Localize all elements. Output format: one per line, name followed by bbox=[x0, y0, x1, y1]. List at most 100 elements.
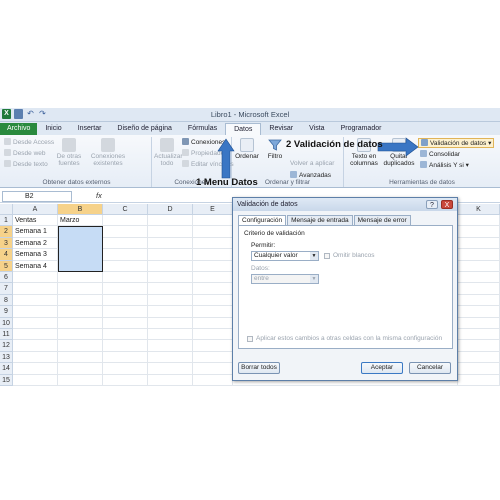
grid-cell[interactable] bbox=[13, 294, 58, 307]
grid-cell[interactable] bbox=[193, 260, 233, 272]
grid-cell[interactable] bbox=[458, 340, 500, 352]
grid-cell[interactable] bbox=[193, 340, 233, 352]
grid-cell[interactable] bbox=[58, 317, 103, 329]
grid-cell[interactable] bbox=[458, 237, 500, 250]
grid-cell[interactable] bbox=[193, 306, 233, 318]
row-header[interactable]: 8 bbox=[0, 294, 13, 307]
grid-cell[interactable] bbox=[148, 374, 193, 386]
data-select[interactable]: entre ▼ bbox=[251, 274, 319, 284]
grid-cell[interactable] bbox=[458, 306, 500, 318]
grid-cell[interactable] bbox=[103, 294, 148, 307]
grid-cell[interactable] bbox=[103, 260, 148, 272]
grid-cell[interactable] bbox=[458, 294, 500, 307]
grid-cell[interactable] bbox=[103, 237, 148, 250]
row-header[interactable]: 7 bbox=[0, 283, 13, 295]
grid-cell[interactable] bbox=[103, 363, 148, 375]
grid-cell[interactable] bbox=[458, 374, 500, 386]
grid-cell[interactable] bbox=[193, 249, 233, 261]
row-header[interactable]: 15 bbox=[0, 374, 13, 386]
grid-cell[interactable] bbox=[148, 317, 193, 329]
tab-diseno[interactable]: Diseño de página bbox=[109, 123, 180, 135]
data-validation-button[interactable]: Validación de datos ▾ bbox=[418, 138, 495, 148]
grid-cell[interactable] bbox=[148, 260, 193, 272]
grid-cell[interactable] bbox=[58, 363, 103, 375]
tab-archivo[interactable]: Archivo bbox=[0, 123, 38, 135]
grid-cell[interactable] bbox=[103, 249, 148, 261]
properties-button[interactable]: Propiedades bbox=[182, 149, 228, 157]
clear-all-button[interactable]: Borrar todos bbox=[238, 362, 280, 374]
row-header[interactable]: 5 bbox=[0, 260, 13, 272]
column-header-d[interactable]: D bbox=[148, 204, 193, 215]
grid-cell[interactable] bbox=[13, 283, 58, 295]
grid-cell[interactable] bbox=[103, 374, 148, 386]
tab-vista[interactable]: Vista bbox=[301, 123, 332, 135]
grid-cell[interactable] bbox=[458, 249, 500, 261]
column-header-a[interactable]: A bbox=[13, 204, 58, 215]
grid-cell[interactable] bbox=[13, 329, 58, 341]
grid-cell[interactable] bbox=[148, 351, 193, 364]
row-header[interactable]: 9 bbox=[0, 306, 13, 318]
tab-insertar[interactable]: Insertar bbox=[70, 123, 110, 135]
row-header[interactable]: 2 bbox=[0, 226, 13, 238]
grid-cell[interactable] bbox=[458, 215, 500, 227]
help-icon[interactable]: ? bbox=[426, 200, 438, 209]
tab-configuracion[interactable]: Configuración bbox=[238, 215, 287, 225]
grid-cell[interactable] bbox=[58, 306, 103, 318]
grid-cell[interactable] bbox=[193, 374, 233, 386]
grid-cell[interactable] bbox=[458, 272, 500, 284]
row-header[interactable]: 3 bbox=[0, 237, 13, 250]
row-header[interactable]: 12 bbox=[0, 340, 13, 352]
grid-cell[interactable] bbox=[193, 329, 233, 341]
row-header[interactable]: 4 bbox=[0, 249, 13, 261]
grid-cell[interactable] bbox=[13, 340, 58, 352]
consolidate-button[interactable]: Consolidar bbox=[420, 150, 460, 158]
grid-cell[interactable] bbox=[58, 351, 103, 364]
selected-range-b2-b5[interactable] bbox=[58, 226, 103, 272]
grid-cell[interactable] bbox=[148, 363, 193, 375]
cell-a3[interactable]: Semana 2 bbox=[13, 237, 58, 250]
filter-button[interactable]: Filtro bbox=[264, 138, 286, 160]
grid-cell[interactable] bbox=[193, 351, 233, 364]
grid-cell[interactable] bbox=[58, 294, 103, 307]
ok-button[interactable]: Aceptar bbox=[361, 362, 403, 374]
cell-a4[interactable]: Semana 3 bbox=[13, 249, 58, 261]
from-web-button[interactable]: Desde web bbox=[4, 149, 46, 157]
grid-cell[interactable] bbox=[148, 226, 193, 238]
sort-button[interactable]: Ordenar bbox=[234, 138, 260, 160]
grid-cell[interactable] bbox=[458, 351, 500, 364]
grid-cell[interactable] bbox=[103, 351, 148, 364]
grid-cell[interactable] bbox=[103, 226, 148, 238]
grid-cell[interactable] bbox=[103, 317, 148, 329]
grid-cell[interactable] bbox=[148, 283, 193, 295]
tab-mensaje-error[interactable]: Mensaje de error bbox=[353, 215, 411, 225]
column-header-b[interactable]: B bbox=[58, 204, 103, 215]
grid-cell[interactable] bbox=[103, 340, 148, 352]
select-all-corner[interactable] bbox=[0, 204, 13, 215]
column-header-c[interactable]: C bbox=[103, 204, 148, 215]
grid-cell[interactable] bbox=[148, 237, 193, 250]
row-header[interactable]: 14 bbox=[0, 363, 13, 375]
tab-programador[interactable]: Programador bbox=[333, 123, 390, 135]
grid-cell[interactable] bbox=[13, 306, 58, 318]
grid-cell[interactable] bbox=[148, 249, 193, 261]
connections-button[interactable]: Conexiones bbox=[182, 138, 225, 146]
grid-cell[interactable] bbox=[193, 283, 233, 295]
cell-b1[interactable]: Marzo bbox=[58, 215, 103, 227]
grid-cell[interactable] bbox=[148, 272, 193, 284]
grid-cell[interactable] bbox=[458, 317, 500, 329]
grid-cell[interactable] bbox=[148, 215, 193, 227]
other-sources-button[interactable]: De otras fuentes bbox=[54, 138, 84, 167]
close-icon[interactable]: X bbox=[441, 200, 453, 209]
grid-cell[interactable] bbox=[458, 363, 500, 375]
grid-cell[interactable] bbox=[103, 272, 148, 284]
remove-duplicates-button[interactable]: Quitar duplicados bbox=[382, 138, 416, 167]
grid-cell[interactable] bbox=[13, 374, 58, 386]
grid-cell[interactable] bbox=[13, 317, 58, 329]
row-header[interactable]: 10 bbox=[0, 317, 13, 329]
from-text-button[interactable]: Desde texto bbox=[4, 160, 48, 168]
tab-formulas[interactable]: Fórmulas bbox=[180, 123, 225, 135]
tab-datos[interactable]: Datos bbox=[225, 123, 262, 135]
grid-cell[interactable] bbox=[193, 237, 233, 250]
apply-all-checkbox[interactable] bbox=[247, 336, 253, 342]
grid-cell[interactable] bbox=[193, 363, 233, 375]
